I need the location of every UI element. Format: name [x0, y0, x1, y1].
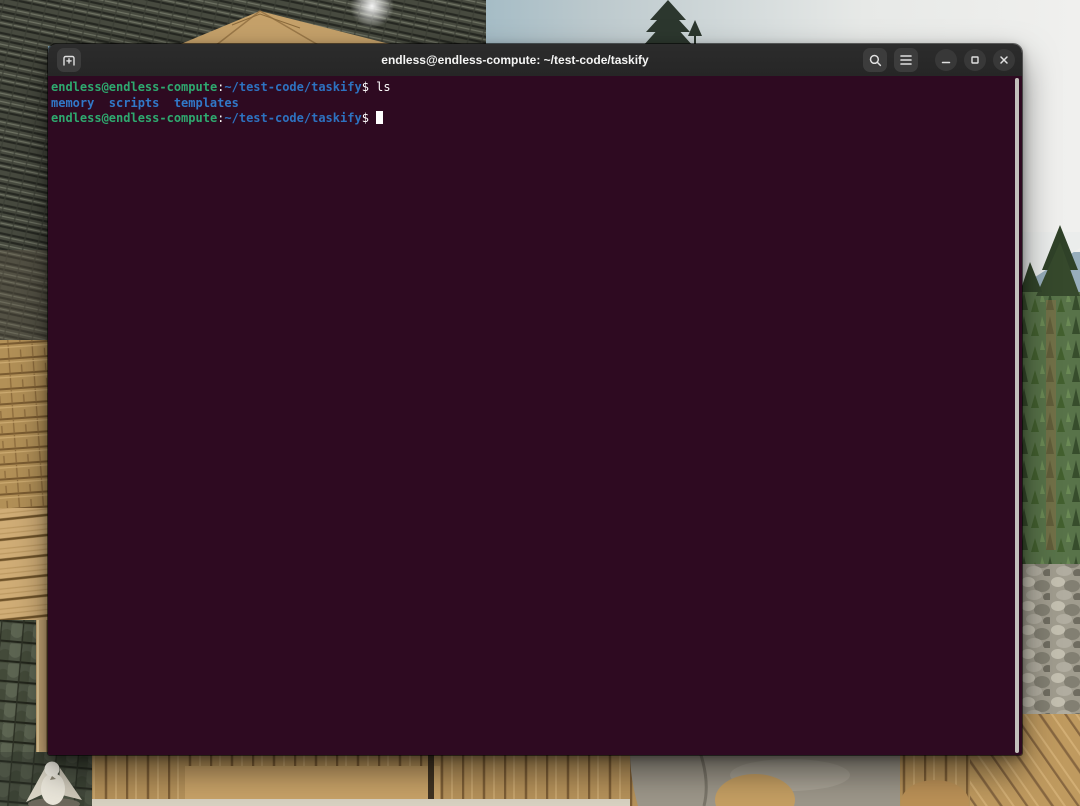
directory-name: templates	[174, 96, 239, 110]
text-cursor	[376, 111, 383, 124]
terminal-line-prompt-2: endless@endless-compute:~/test-code/task…	[51, 111, 1019, 127]
prompt-dollar: $	[362, 80, 376, 94]
close-button[interactable]	[993, 49, 1015, 71]
maximize-button[interactable]	[964, 49, 986, 71]
terminal-line-ls-output: memory scripts templates	[51, 96, 1019, 112]
terminal-window: endless@endless-compute: ~/test-code/tas…	[48, 44, 1022, 755]
prompt-dollar: $	[362, 111, 376, 125]
terminal-screen[interactable]: endless@endless-compute:~/test-code/task…	[48, 76, 1022, 755]
hamburger-menu-icon	[899, 54, 913, 66]
lodge-left-wall	[0, 44, 48, 755]
search-icon	[868, 53, 883, 68]
search-button[interactable]	[863, 48, 887, 72]
directory-name: memory	[51, 96, 94, 110]
maximize-icon	[969, 54, 981, 66]
prompt-user-host: endless@endless-compute	[51, 111, 217, 125]
window-title: endless@endless-compute: ~/test-code/tas…	[168, 44, 862, 76]
close-icon	[998, 54, 1010, 66]
terminal-line-prompt-1: endless@endless-compute:~/test-code/task…	[51, 80, 1019, 96]
minimize-button[interactable]	[935, 49, 957, 71]
directory-name: scripts	[109, 96, 160, 110]
command-text: ls	[376, 80, 390, 94]
scrollbar-thumb[interactable]	[1015, 78, 1019, 753]
prompt-user-host: endless@endless-compute	[51, 80, 217, 94]
titlebar-actions	[863, 48, 1015, 72]
desktop: endless@endless-compute: ~/test-code/tas…	[0, 0, 1080, 806]
minimize-icon	[940, 54, 952, 66]
menu-button[interactable]	[894, 48, 918, 72]
window-titlebar[interactable]: endless@endless-compute: ~/test-code/tas…	[48, 44, 1022, 77]
rock-scree	[1012, 564, 1080, 714]
prompt-path: ~/test-code/taskify	[224, 80, 361, 94]
prompt-path: ~/test-code/taskify	[224, 111, 361, 125]
new-tab-button[interactable]	[57, 48, 81, 72]
tab-new-icon	[61, 52, 77, 68]
